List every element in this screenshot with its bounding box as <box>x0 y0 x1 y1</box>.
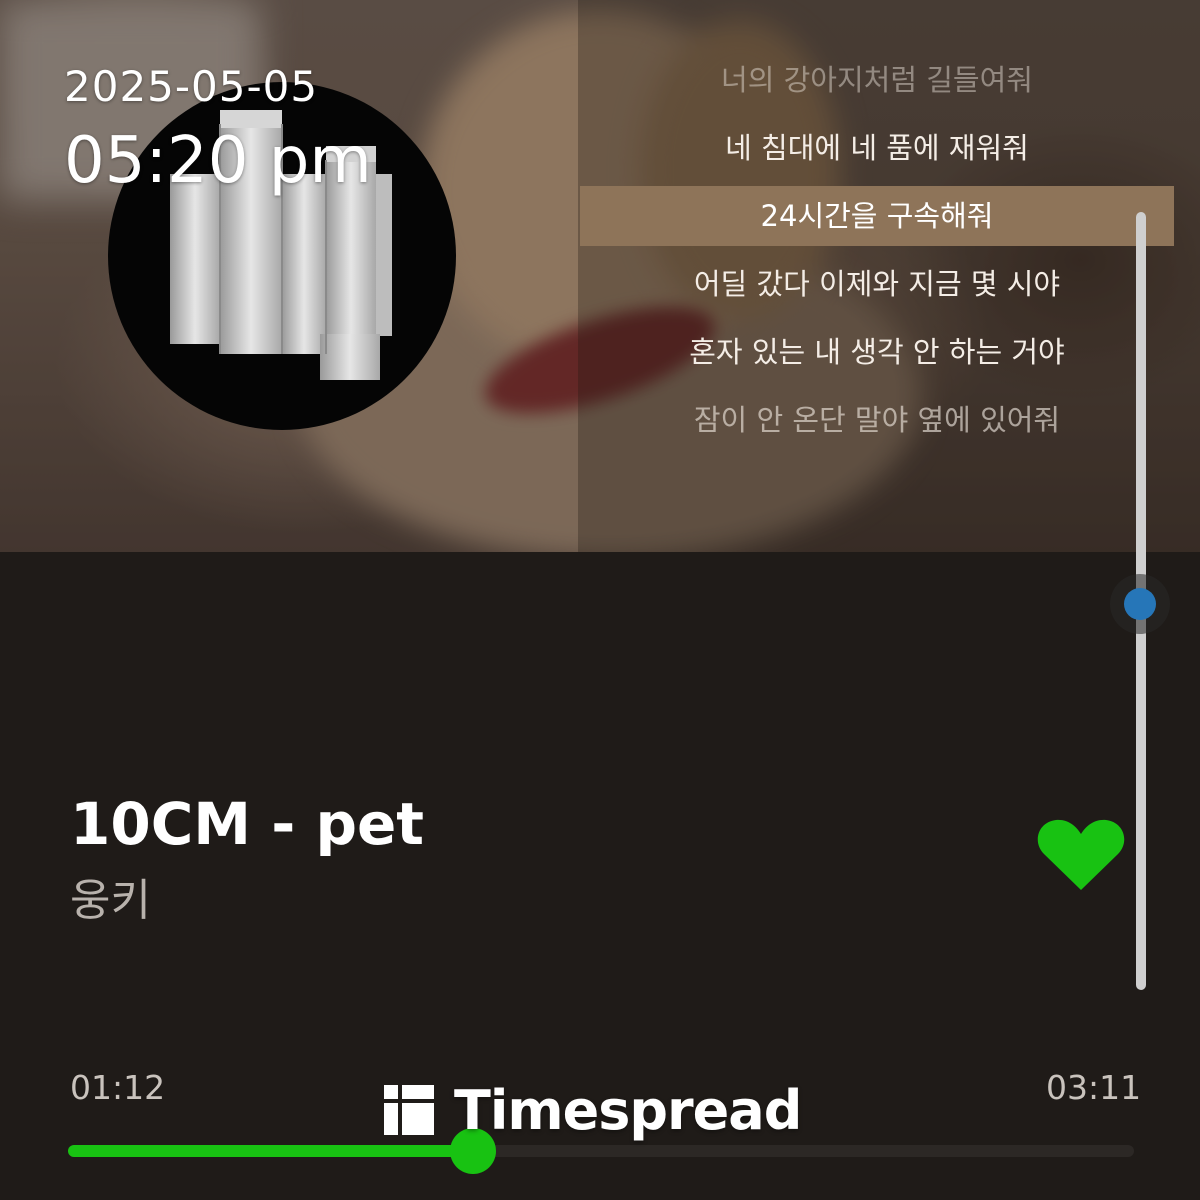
heart-icon <box>1037 819 1125 890</box>
status-time: 05:20 pm <box>64 124 372 198</box>
song-title: 10CM - pet <box>70 790 425 858</box>
progress-track[interactable] <box>68 1128 1134 1174</box>
music-player-screen: 2025-05-05 05:20 pm 너의 강아지처럼 길들여줘 네 침대에 … <box>0 0 1200 1200</box>
lyric-line[interactable]: 혼자 있는 내 생각 안 하는 거야 <box>580 318 1174 386</box>
lyric-line[interactable]: 네 침대에 네 품에 재워줘 <box>580 114 1174 182</box>
lyric-line[interactable]: 잠이 안 온단 말야 옆에 있어줘 <box>580 386 1174 454</box>
lyric-line[interactable]: 어딜 갔다 이제와 지금 몇 시야 <box>580 250 1174 318</box>
status-date: 2025-05-05 <box>64 62 319 111</box>
total-time: 03:11 <box>1046 1068 1142 1107</box>
lyrics-panel[interactable]: 너의 강아지처럼 길들여줘 네 침대에 네 품에 재워줘 24시간을 구속해줘 … <box>580 46 1174 454</box>
watermark: Timespread <box>384 1078 802 1142</box>
lyrics-scrollbar-thumb[interactable] <box>1124 588 1156 620</box>
lyric-line-active[interactable]: 24시간을 구속해줘 <box>580 186 1174 246</box>
progress-fill <box>68 1145 474 1157</box>
song-artist: 웅키 <box>70 875 151 926</box>
lyric-line[interactable]: 너의 강아지처럼 길들여줘 <box>580 46 1174 114</box>
elapsed-time: 01:12 <box>70 1068 166 1107</box>
watermark-text: Timespread <box>454 1078 802 1142</box>
like-button[interactable] <box>1036 818 1126 892</box>
timespread-logo-icon <box>384 1085 434 1135</box>
